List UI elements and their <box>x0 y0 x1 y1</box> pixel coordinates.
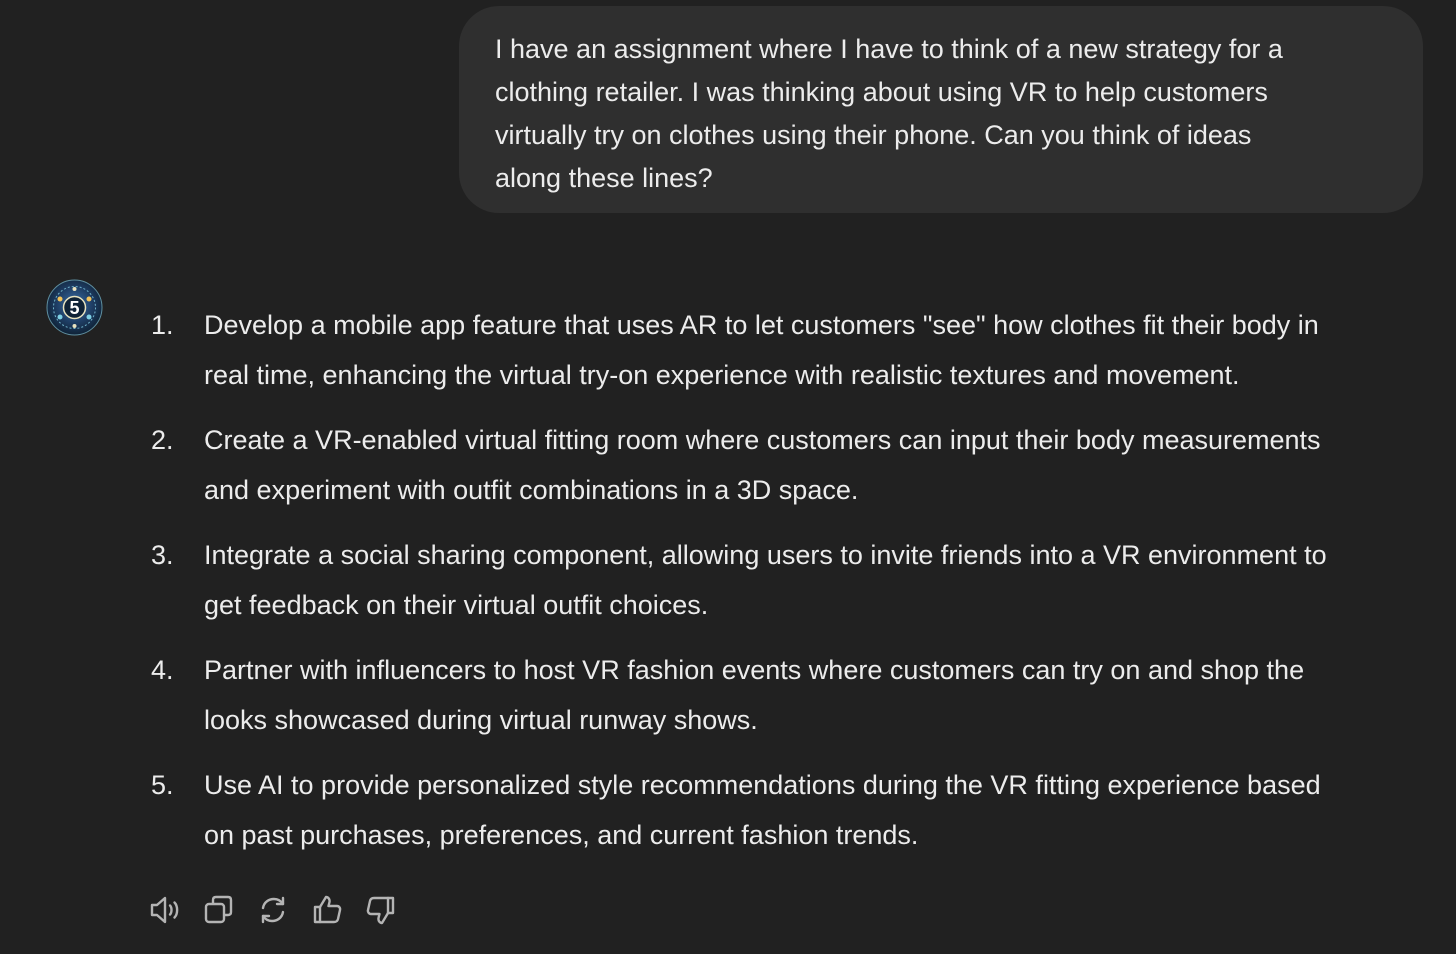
list-item-text: and experiment with outfit combinations … <box>204 475 859 505</box>
user-message-line: along these lines? <box>495 163 713 193</box>
list-item-number: 5. <box>151 770 174 800</box>
svg-text:5: 5 <box>69 298 79 318</box>
list-item-text: real time, enhancing the virtual try-on … <box>204 360 1240 390</box>
list-item-number: 3. <box>151 540 174 570</box>
list-item: 5. Use AI to provide personalized style … <box>150 760 1440 860</box>
list-item-text: Use AI to provide personalized style rec… <box>204 770 1321 800</box>
thumbs-down-button[interactable] <box>364 893 418 933</box>
user-message-line: clothing retailer. I was thinking about … <box>495 77 1268 107</box>
list-item: 4. Partner with influencers to host VR f… <box>150 645 1440 745</box>
list-item: 1. Develop a mobile app feature that use… <box>150 300 1440 400</box>
user-message-bubble: I have an assignment where I have to thi… <box>459 6 1423 213</box>
list-item: 3. Integrate a social sharing component,… <box>150 530 1440 630</box>
copy-button[interactable] <box>202 893 256 933</box>
list-item-text: Integrate a social sharing component, al… <box>204 540 1327 570</box>
regenerate-button[interactable] <box>256 893 310 933</box>
user-message-line: I have an assignment where I have to thi… <box>495 34 1283 64</box>
user-message-line: virtually try on clothes using their pho… <box>495 120 1252 150</box>
chat-page: I have an assignment where I have to thi… <box>0 0 1456 954</box>
assistant-avatar: 5 <box>46 279 103 336</box>
refresh-icon <box>261 896 285 924</box>
thumbs-up-icon <box>313 895 342 924</box>
list-item-text: Create a VR-enabled virtual fitting room… <box>204 425 1321 455</box>
thumbs-down-icon <box>366 896 395 925</box>
gpt-avatar-icon: 5 <box>46 279 103 336</box>
list-item-text: Develop a mobile app feature that uses A… <box>204 310 1319 340</box>
speaker-icon <box>150 896 179 924</box>
list-item-text: on past purchases, preferences, and curr… <box>204 820 919 850</box>
list-item-number: 2. <box>151 425 174 455</box>
thumbs-up-button[interactable] <box>310 893 364 933</box>
list-item-number: 1. <box>151 310 174 340</box>
copy-icon <box>204 895 233 924</box>
assistant-answer-list: 1. Develop a mobile app feature that use… <box>150 300 1440 875</box>
list-item-number: 4. <box>151 655 174 685</box>
message-actions <box>148 893 418 933</box>
list-item: 2. Create a VR-enabled virtual fitting r… <box>150 415 1440 515</box>
list-item-text: get feedback on their virtual outfit cho… <box>204 590 709 620</box>
list-item-text: looks showcased during virtual runway sh… <box>204 705 758 735</box>
list-item-text: Partner with influencers to host VR fash… <box>204 655 1305 685</box>
read-aloud-button[interactable] <box>148 893 202 933</box>
